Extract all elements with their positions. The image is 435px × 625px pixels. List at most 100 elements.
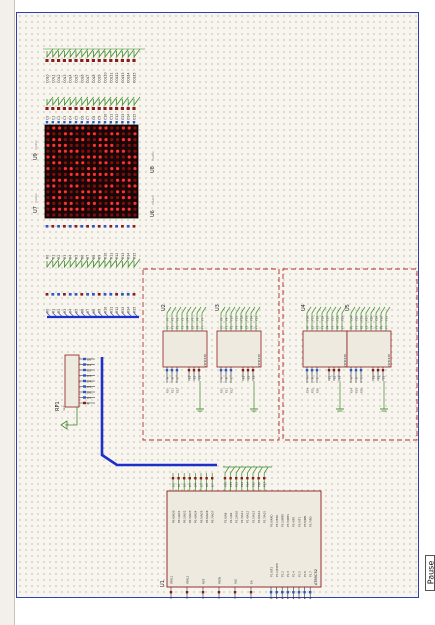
pin-marker bbox=[303, 591, 306, 594]
decoder-output-pin: Y3 bbox=[364, 325, 368, 329]
row-wire bbox=[64, 258, 71, 269]
pin-marker bbox=[201, 591, 205, 594]
output-bus-entry bbox=[365, 306, 371, 314]
pin-marker bbox=[132, 107, 136, 110]
top-column-connector[interactable]: COL0 COL1 COL2 COL3 COL4 COL5 COL6 COL7 COL8 COL9… bbox=[43, 48, 145, 83]
led-dot bbox=[121, 138, 125, 142]
row-net-label: R9 bbox=[98, 309, 102, 313]
led-dot bbox=[81, 167, 85, 171]
led-dot bbox=[46, 167, 50, 171]
mcu-u1[interactable]: U1 AT89C52 P0.0/AD0 D0 P0.1/AD1 D1 P0.2/AD2 D2 P… bbox=[160, 466, 322, 599]
decoder-u3[interactable]: U374HC138Y0Y8Y1Y9Y2Y10Y3Y11Y4Y12Y5Y13Y6Y… bbox=[215, 304, 262, 412]
led-dot bbox=[104, 149, 108, 153]
led-dot bbox=[121, 155, 125, 159]
matrix-column-header[interactable]: C0 C1 C2 C3 C4 C5 C6 C7 C8 C9 C10 C11 C12 C13 C14 C15 bbox=[45, 96, 141, 124]
column-net-label: C1 bbox=[51, 116, 55, 120]
led-dot bbox=[58, 207, 62, 211]
led-dot bbox=[75, 126, 79, 130]
pin-marker bbox=[68, 59, 72, 62]
decoder-u2[interactable]: U2 74HC138 Y0 Y0Y1 Y1Y2 Y2Y3 Y3Y4 Y4Y5 Y5Y6 Y6Y7 Y… bbox=[161, 304, 208, 412]
schematic-sheet[interactable]: COL0 COL1 COL2 COL3 COL4 COL5 COL6 COL7 COL8 COL9… bbox=[16, 12, 420, 599]
decoder-output-pin: Y4 bbox=[185, 325, 189, 329]
led-dot bbox=[92, 178, 96, 182]
decoder-output-net: Y6 bbox=[195, 317, 199, 321]
pause-status-tab[interactable]: Pause bbox=[425, 555, 435, 591]
decoder-type: 74HC138 bbox=[387, 354, 391, 367]
column-net-label: C9 bbox=[98, 116, 102, 120]
decoder-output-net: Y21 bbox=[330, 316, 334, 321]
port1-pin-label: P1.1/T2EX bbox=[275, 563, 279, 577]
led-dot bbox=[58, 196, 62, 200]
column-wire bbox=[64, 96, 71, 107]
row-wire bbox=[58, 258, 65, 269]
led-dot bbox=[127, 201, 131, 205]
row-net-label: R11 bbox=[109, 253, 113, 259]
pin-marker bbox=[51, 59, 55, 62]
led-dot bbox=[121, 132, 125, 136]
row-bus-connector[interactable]: R0 R1 R2 R3 R4 R5 R6 R7 R8 R9 R10 R11 R12 R13 R14 R15 bbox=[46, 293, 140, 319]
led-matrix[interactable] bbox=[44, 124, 139, 219]
led-dot bbox=[75, 207, 79, 211]
led-dot bbox=[133, 178, 137, 182]
resistor-pin-label: D4 bbox=[87, 379, 91, 383]
port0-pin-label: P0.5/AD5 bbox=[199, 510, 203, 523]
column-wire bbox=[104, 96, 112, 107]
led-dot bbox=[127, 167, 131, 171]
row-wire bbox=[127, 258, 135, 269]
resistor-pack-rp1[interactable]: D0 D1D2 D3D4 D5D6 D7R RP1 4k7 bbox=[55, 354, 95, 430]
decoder-output-net: Y4 bbox=[185, 317, 189, 321]
pin-marker bbox=[45, 59, 49, 62]
pin-marker bbox=[205, 477, 208, 480]
matrix-row-connector[interactable]: R0 R1 R2 R3 R4 R5 R6 R7 R8 R9 R10 R11 R12 R13 R14 R15 bbox=[46, 225, 141, 269]
column-wire bbox=[110, 48, 118, 59]
decoder-input-pin: C bbox=[359, 377, 363, 379]
pin-marker bbox=[57, 293, 60, 296]
led-dot bbox=[116, 143, 120, 147]
pin-marker bbox=[83, 374, 86, 377]
decoder-u5[interactable]: U574HC138Y0Y24Y1Y25Y2Y26Y3Y27Y4Y28Y5Y29Y… bbox=[345, 304, 392, 412]
row-net-label: R15 bbox=[133, 307, 137, 313]
row-net-label: R1 bbox=[51, 309, 55, 313]
led-dot bbox=[46, 213, 50, 217]
port2-bus-entry bbox=[247, 466, 252, 474]
led-dot bbox=[87, 132, 91, 136]
pin-marker bbox=[132, 121, 136, 124]
pin-marker bbox=[251, 369, 255, 372]
led-dot bbox=[133, 138, 137, 142]
led-dot bbox=[63, 196, 67, 200]
port3-net-label: P34 bbox=[292, 598, 296, 599]
decoder-enable-pin: E2 bbox=[192, 375, 196, 379]
row-net-label: R10 bbox=[104, 253, 108, 259]
led-dot bbox=[87, 126, 91, 130]
led-dot bbox=[121, 184, 125, 188]
row-wire bbox=[98, 258, 106, 269]
pin-marker bbox=[197, 369, 201, 372]
led-dot bbox=[121, 126, 125, 130]
led-dot bbox=[92, 138, 96, 142]
resistor-pack-body bbox=[64, 354, 80, 408]
output-bus-entry bbox=[370, 306, 376, 314]
led-dot bbox=[75, 184, 79, 188]
port0-net-label: D3 bbox=[188, 483, 192, 487]
led-dot bbox=[98, 213, 102, 217]
pin-marker bbox=[83, 385, 86, 388]
port2-bus-entry bbox=[230, 466, 235, 474]
decoder-input-pin: A bbox=[305, 377, 309, 379]
led-dot bbox=[116, 126, 120, 130]
pin-marker bbox=[109, 59, 113, 62]
pin-marker bbox=[171, 477, 175, 480]
decoder-u4[interactable]: U474HC138Y0Y16Y1Y17Y2Y18Y3Y19Y4Y20Y5Y21Y… bbox=[301, 304, 348, 412]
pin-marker bbox=[257, 477, 260, 480]
schematic-canvas[interactable]: COL0 COL1 COL2 COL3 COL4 COL5 COL6 COL7 COL8 COL9… bbox=[17, 13, 420, 599]
decoder-type: 74HC138 bbox=[343, 354, 347, 367]
led-dot bbox=[127, 161, 131, 165]
pin-marker bbox=[62, 59, 66, 62]
led-dot bbox=[133, 167, 137, 171]
pin-marker bbox=[327, 369, 331, 372]
column-wire bbox=[110, 96, 118, 107]
column-wire bbox=[52, 48, 60, 59]
pin-marker bbox=[83, 357, 86, 361]
pin-marker bbox=[109, 293, 113, 296]
pin-marker bbox=[126, 293, 130, 296]
resistor-pin-label: D5 bbox=[87, 385, 91, 389]
